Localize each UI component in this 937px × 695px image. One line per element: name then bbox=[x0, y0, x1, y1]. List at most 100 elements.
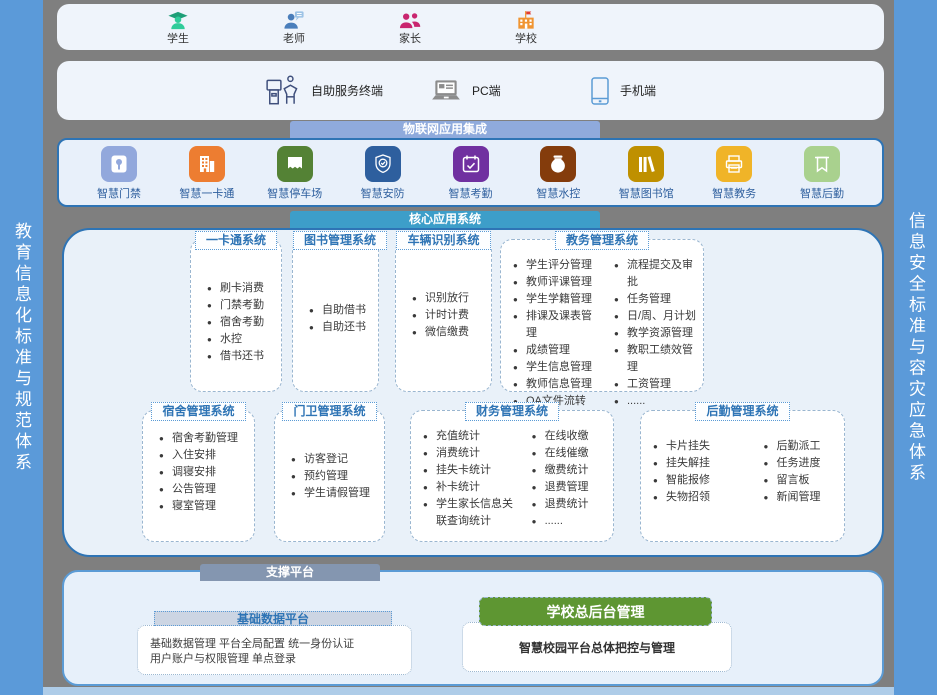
system-dormitory: 宿舍管理系统 宿舍考勤管理 入住安排 调寝安排 公告管理 寝室管理 bbox=[142, 410, 255, 542]
support-section-tab: 支撑平台 bbox=[200, 564, 380, 581]
base-data-platform-content: 基础数据管理 平台全局配置 统一身份认证 用户账户与权限管理 单点登录 bbox=[137, 625, 412, 675]
core-section-tab: 核心应用系统 bbox=[290, 211, 600, 228]
system-item: 调寝安排 bbox=[159, 464, 252, 481]
school-icon bbox=[514, 9, 538, 32]
support-section: 基础数据平台 基础数据管理 平台全局配置 统一身份认证 用户账户与权限管理 单点… bbox=[62, 570, 884, 686]
water-control-icon bbox=[540, 146, 576, 182]
system-item: 失物招领 bbox=[653, 489, 732, 506]
system-item: 在线收缴 bbox=[532, 428, 611, 445]
system-item: 教职工绩效管理 bbox=[614, 342, 701, 376]
school-admin-title: 学校总后台管理 bbox=[479, 597, 712, 626]
system-item: 公告管理 bbox=[159, 481, 252, 498]
user-label: 老师 bbox=[283, 33, 305, 45]
left-standards-label: 教育信息化标准与规范体系 bbox=[9, 222, 34, 474]
iot-label: 智慧一卡通 bbox=[179, 185, 234, 201]
system-item: 学生信息管理 bbox=[513, 359, 600, 376]
iot-label: 智慧安防 bbox=[361, 185, 405, 201]
system-library: 图书管理系统 自助借书 自助还书 bbox=[292, 239, 379, 392]
system-title: 宿舍管理系统 bbox=[151, 402, 245, 421]
system-item: 寝室管理 bbox=[159, 498, 252, 515]
system-item: 智能报修 bbox=[653, 472, 732, 489]
user-group-teacher: 老师 bbox=[258, 9, 330, 45]
system-title: 一卡通系统 bbox=[195, 231, 277, 250]
system-item: 退费管理 bbox=[532, 479, 611, 496]
terminal-phone: 手机端 bbox=[590, 61, 656, 120]
security-icon bbox=[365, 146, 401, 182]
system-item: 学生评分管理 bbox=[513, 257, 600, 274]
kiosk-icon bbox=[265, 74, 301, 108]
system-item: 任务管理 bbox=[614, 291, 701, 308]
system-item: 宿舍考勤 bbox=[207, 314, 279, 331]
system-item: 教师信息管理 bbox=[513, 376, 600, 393]
terminal-kiosk: 自助服务终端 bbox=[265, 61, 383, 120]
system-item: 自助借书 bbox=[309, 302, 376, 319]
system-item: 计时计费 bbox=[412, 307, 489, 324]
onecard-icon bbox=[189, 146, 225, 182]
system-gatekeeper: 门卫管理系统 访客登记 预约管理 学生请假管理 bbox=[274, 410, 385, 542]
system-item: 排课及课表管理 bbox=[513, 308, 600, 342]
system-item: 借书还书 bbox=[207, 348, 279, 365]
teacher-icon bbox=[282, 9, 306, 32]
system-item: 学生家长信息关联查询统计 bbox=[423, 496, 518, 530]
system-title: 财务管理系统 bbox=[465, 402, 559, 421]
base-platform-line1: 基础数据管理 平台全局配置 统一身份认证 bbox=[150, 637, 405, 652]
left-standards-bar: 教育信息化标准与规范体系 bbox=[0, 0, 43, 695]
user-roles-panel: 学生 老师 家长 bbox=[57, 4, 884, 50]
right-security-bar: 信息安全标准与容灾应急体系 bbox=[894, 0, 937, 695]
parents-icon bbox=[398, 9, 422, 32]
system-item: 访客登记 bbox=[291, 451, 382, 468]
system-item: 日/周、月计划 bbox=[614, 308, 701, 325]
system-item: 微信缴费 bbox=[412, 324, 489, 341]
system-finance: 财务管理系统 充值统计 消费统计 挂失卡统计 补卡统计 学生家长信息关联查询统计… bbox=[410, 410, 614, 542]
iot-item-logistics: 智慧后勤 bbox=[784, 146, 860, 205]
iot-label: 智慧图书馆 bbox=[619, 185, 674, 201]
logistics-icon bbox=[804, 146, 840, 182]
iot-item-library: 智慧图书馆 bbox=[608, 146, 684, 205]
terminal-label: PC端 bbox=[472, 82, 501, 99]
iot-label: 智慧考勤 bbox=[449, 185, 493, 201]
system-item: 留言板 bbox=[764, 472, 843, 489]
system-item: 在线催缴 bbox=[532, 445, 611, 462]
iot-label: 智慧教务 bbox=[712, 185, 756, 201]
iot-item-attendance: 智慧考勤 bbox=[433, 146, 509, 205]
system-item: 预约管理 bbox=[291, 468, 382, 485]
phone-icon bbox=[590, 76, 610, 106]
iot-section: 智慧门禁 智慧一卡通 智慧停车场 智慧安防 智慧考勤 智慧水控 bbox=[57, 138, 884, 207]
system-item: 水控 bbox=[207, 331, 279, 348]
system-item: 刷卡消费 bbox=[207, 280, 279, 297]
system-item: 任务进度 bbox=[764, 455, 843, 472]
user-group-school: 学校 bbox=[490, 9, 562, 45]
library-icon bbox=[628, 146, 664, 182]
iot-item-onecard: 智慧一卡通 bbox=[169, 146, 245, 205]
system-item: 消费统计 bbox=[423, 445, 518, 462]
system-item: 成绩管理 bbox=[513, 342, 600, 359]
pc-icon bbox=[430, 78, 462, 104]
system-title: 门卫管理系统 bbox=[282, 402, 376, 421]
right-security-label: 信息安全标准与容灾应急体系 bbox=[903, 211, 928, 484]
system-item: 补卡统计 bbox=[423, 479, 518, 496]
system-item: 新闻管理 bbox=[764, 489, 843, 506]
system-item: 流程提交及审批 bbox=[614, 257, 701, 291]
user-group-student: 学生 bbox=[142, 9, 214, 45]
system-item: 宿舍考勤管理 bbox=[159, 430, 252, 447]
system-vehicle: 车辆识别系统 识别放行 计时计费 微信缴费 bbox=[395, 239, 492, 392]
iot-label: 智慧停车场 bbox=[267, 185, 322, 201]
system-academic: 教务管理系统 学生评分管理 教师评课管理 学生学籍管理 排课及课表管理 成绩管理… bbox=[500, 239, 704, 392]
system-item: 挂失卡统计 bbox=[423, 462, 518, 479]
bottom-accent-strip bbox=[43, 687, 894, 695]
system-item: 缴费统计 bbox=[532, 462, 611, 479]
iot-label: 智慧水控 bbox=[536, 185, 580, 201]
system-title: 车辆识别系统 bbox=[396, 231, 490, 250]
system-item: 学生请假管理 bbox=[291, 485, 382, 502]
terminal-pc: PC端 bbox=[430, 61, 501, 120]
system-item: 卡片挂失 bbox=[653, 438, 732, 455]
terminals-panel: 自助服务终端 PC端 手机端 bbox=[57, 61, 884, 120]
parking-icon bbox=[277, 146, 313, 182]
iot-label: 智慧门禁 bbox=[97, 185, 141, 201]
system-item: 入住安排 bbox=[159, 447, 252, 464]
system-title: 教务管理系统 bbox=[555, 231, 649, 250]
system-item: 教学资源管理 bbox=[614, 325, 701, 342]
terminal-label: 手机端 bbox=[620, 82, 656, 99]
system-item: 门禁考勤 bbox=[207, 297, 279, 314]
access-control-icon bbox=[101, 146, 137, 182]
